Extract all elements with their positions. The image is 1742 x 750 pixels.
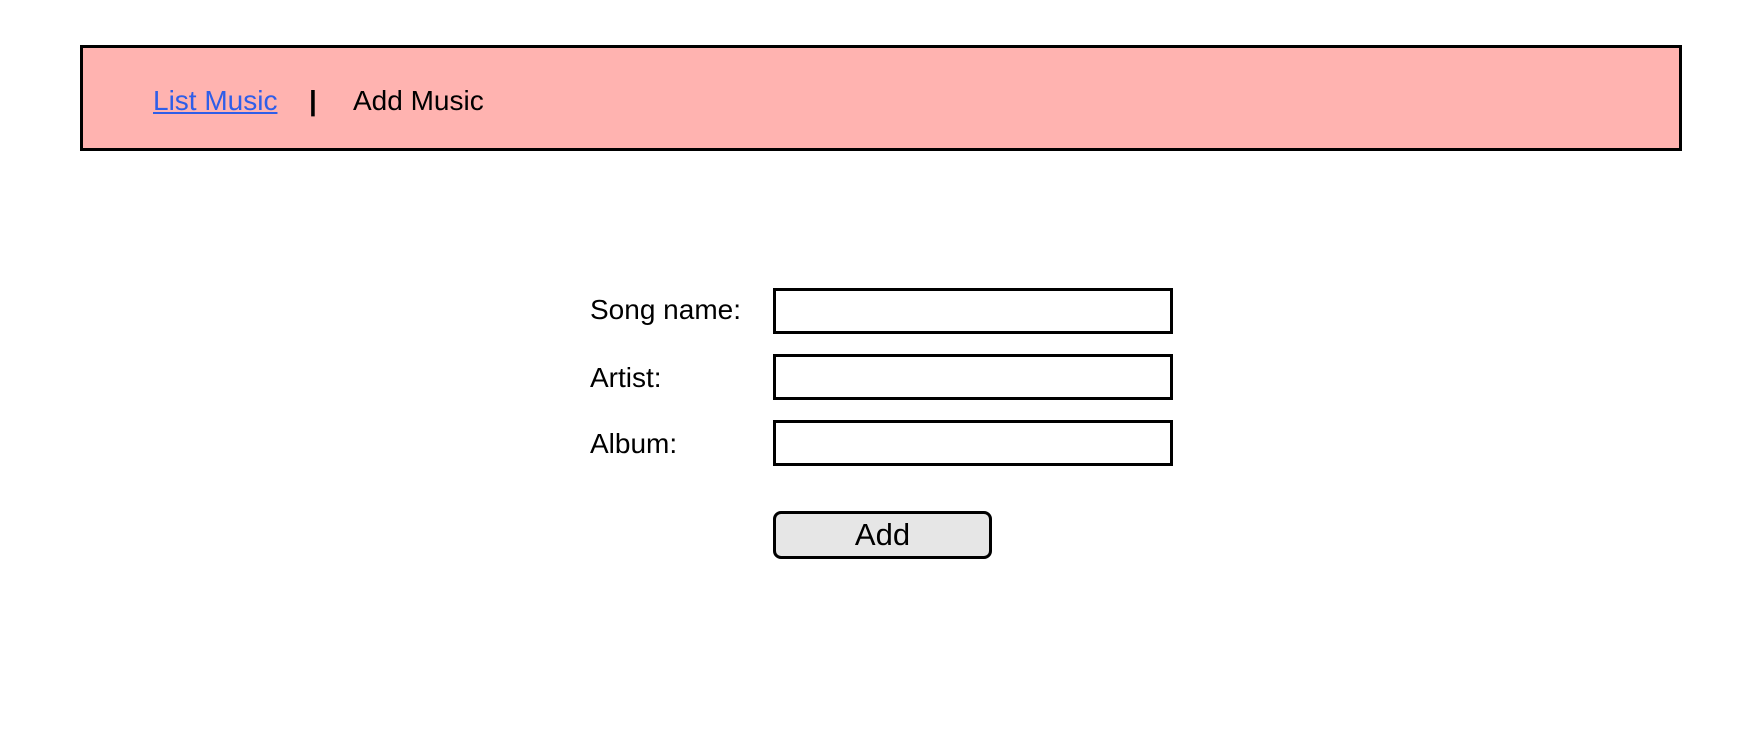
- list-music-link[interactable]: List Music: [153, 85, 277, 117]
- artist-label: Artist:: [590, 362, 662, 393]
- song-name-input[interactable]: [773, 288, 1173, 334]
- artist-input[interactable]: [773, 354, 1173, 400]
- nav-current-page: Add Music: [353, 85, 484, 116]
- song-name-label: Song name:: [590, 294, 741, 325]
- album-input[interactable]: [773, 420, 1173, 466]
- add-button[interactable]: Add: [773, 511, 992, 559]
- nav-bar: List Music | Add Music: [80, 45, 1682, 151]
- nav-separator: |: [309, 85, 317, 116]
- album-label: Album:: [590, 428, 678, 459]
